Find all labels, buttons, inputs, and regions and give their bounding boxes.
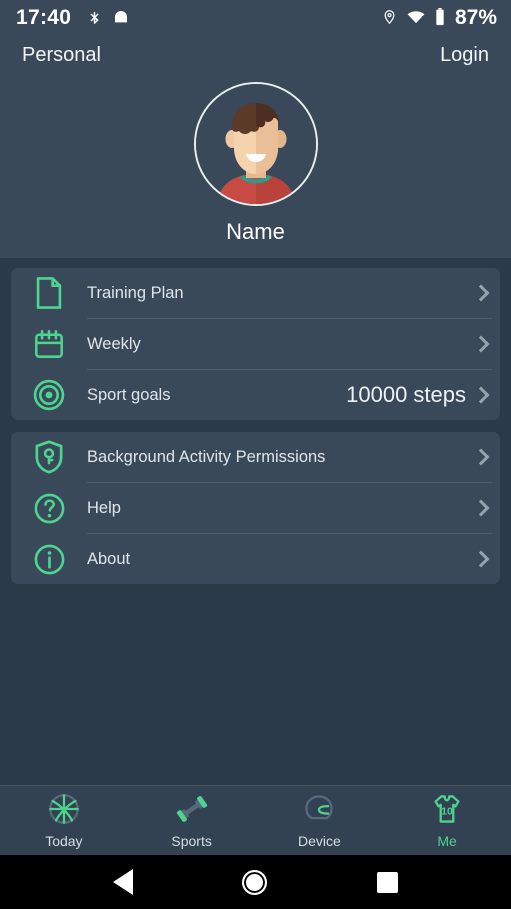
status-bar-clock: 17:40: [16, 5, 72, 29]
login-button[interactable]: Login: [440, 44, 489, 67]
chevron-right-icon: [475, 284, 486, 302]
page-title: Personal: [22, 43, 101, 66]
chevron-right-icon: [475, 499, 486, 517]
app-bag-icon: [113, 9, 129, 25]
settings-card-primary: Training Plan Weekly Sport goals 10000 s…: [11, 268, 500, 420]
document-icon: [11, 276, 87, 310]
target-icon: [11, 379, 87, 411]
chevron-right-icon: [475, 386, 486, 404]
row-label: Sport goals: [87, 385, 171, 404]
row-help[interactable]: Help: [11, 483, 500, 533]
app-bar: Personal Login: [0, 34, 511, 76]
tab-label: Device: [297, 832, 341, 849]
row-sport-goals[interactable]: Sport goals 10000 steps: [11, 370, 500, 420]
battery-percent-label: 87%: [454, 5, 497, 29]
svg-text:x: x: [421, 15, 425, 22]
shield-key-icon: [11, 440, 87, 474]
recents-button[interactable]: [377, 871, 399, 893]
back-button[interactable]: [112, 869, 133, 895]
row-label: About: [87, 549, 131, 568]
basketball-icon: [48, 793, 80, 830]
jersey-number: 10: [441, 806, 453, 817]
chevron-right-icon: [475, 550, 486, 568]
row-label: Help: [87, 498, 121, 517]
tab-label: Today: [45, 832, 83, 849]
status-bar-right-icons: x 87%: [382, 7, 497, 28]
status-bar-left-icons: [87, 9, 129, 25]
row-label: Training Plan: [87, 283, 184, 302]
info-circle-icon: [11, 544, 87, 575]
row-training-plan[interactable]: Training Plan: [11, 268, 500, 318]
home-button[interactable]: [242, 869, 268, 895]
row-label: Weekly: [87, 334, 141, 353]
tab-label: Sports: [171, 832, 212, 849]
tab-device[interactable]: Device: [256, 793, 384, 849]
jersey-icon: 10: [431, 793, 463, 830]
bottom-navigation: Today Sports Device 10 Me: [0, 785, 511, 855]
android-navigation-bar: [0, 855, 511, 909]
row-background-activity-permissions[interactable]: Background Activity Permissions: [11, 432, 500, 482]
battery-icon: [435, 8, 445, 26]
phone-screen: 17:40 x 87% Personal Login Name Training…: [0, 0, 511, 909]
settings-content: Training Plan Weekly Sport goals 10000 s…: [0, 258, 511, 785]
profile-header: Name: [0, 76, 511, 258]
status-bar: 17:40 x 87%: [0, 0, 511, 34]
row-weekly[interactable]: Weekly: [11, 319, 500, 369]
wifi-off-icon: x: [406, 9, 426, 25]
calendar-icon: [11, 328, 87, 360]
settings-card-secondary: Background Activity Permissions Help Abo…: [11, 432, 500, 584]
helmet-icon: [303, 793, 335, 830]
tab-sports[interactable]: Sports: [128, 793, 256, 849]
question-circle-icon: [11, 493, 87, 524]
avatar[interactable]: [193, 82, 318, 206]
row-about[interactable]: About: [11, 534, 500, 584]
tab-me[interactable]: 10 Me: [383, 793, 511, 849]
tab-label: Me: [437, 832, 457, 849]
bluetooth-disconnected-icon: [87, 10, 102, 25]
dumbbell-icon: [176, 793, 208, 830]
location-pin-icon: [382, 8, 397, 26]
chevron-right-icon: [475, 335, 486, 353]
profile-name: Name: [226, 219, 285, 244]
row-value: 10000 steps: [346, 382, 466, 407]
row-label: Background Activity Permissions: [87, 447, 326, 466]
avatar-illustration: [195, 84, 316, 204]
chevron-right-icon: [475, 448, 486, 466]
tab-today[interactable]: Today: [0, 793, 128, 849]
